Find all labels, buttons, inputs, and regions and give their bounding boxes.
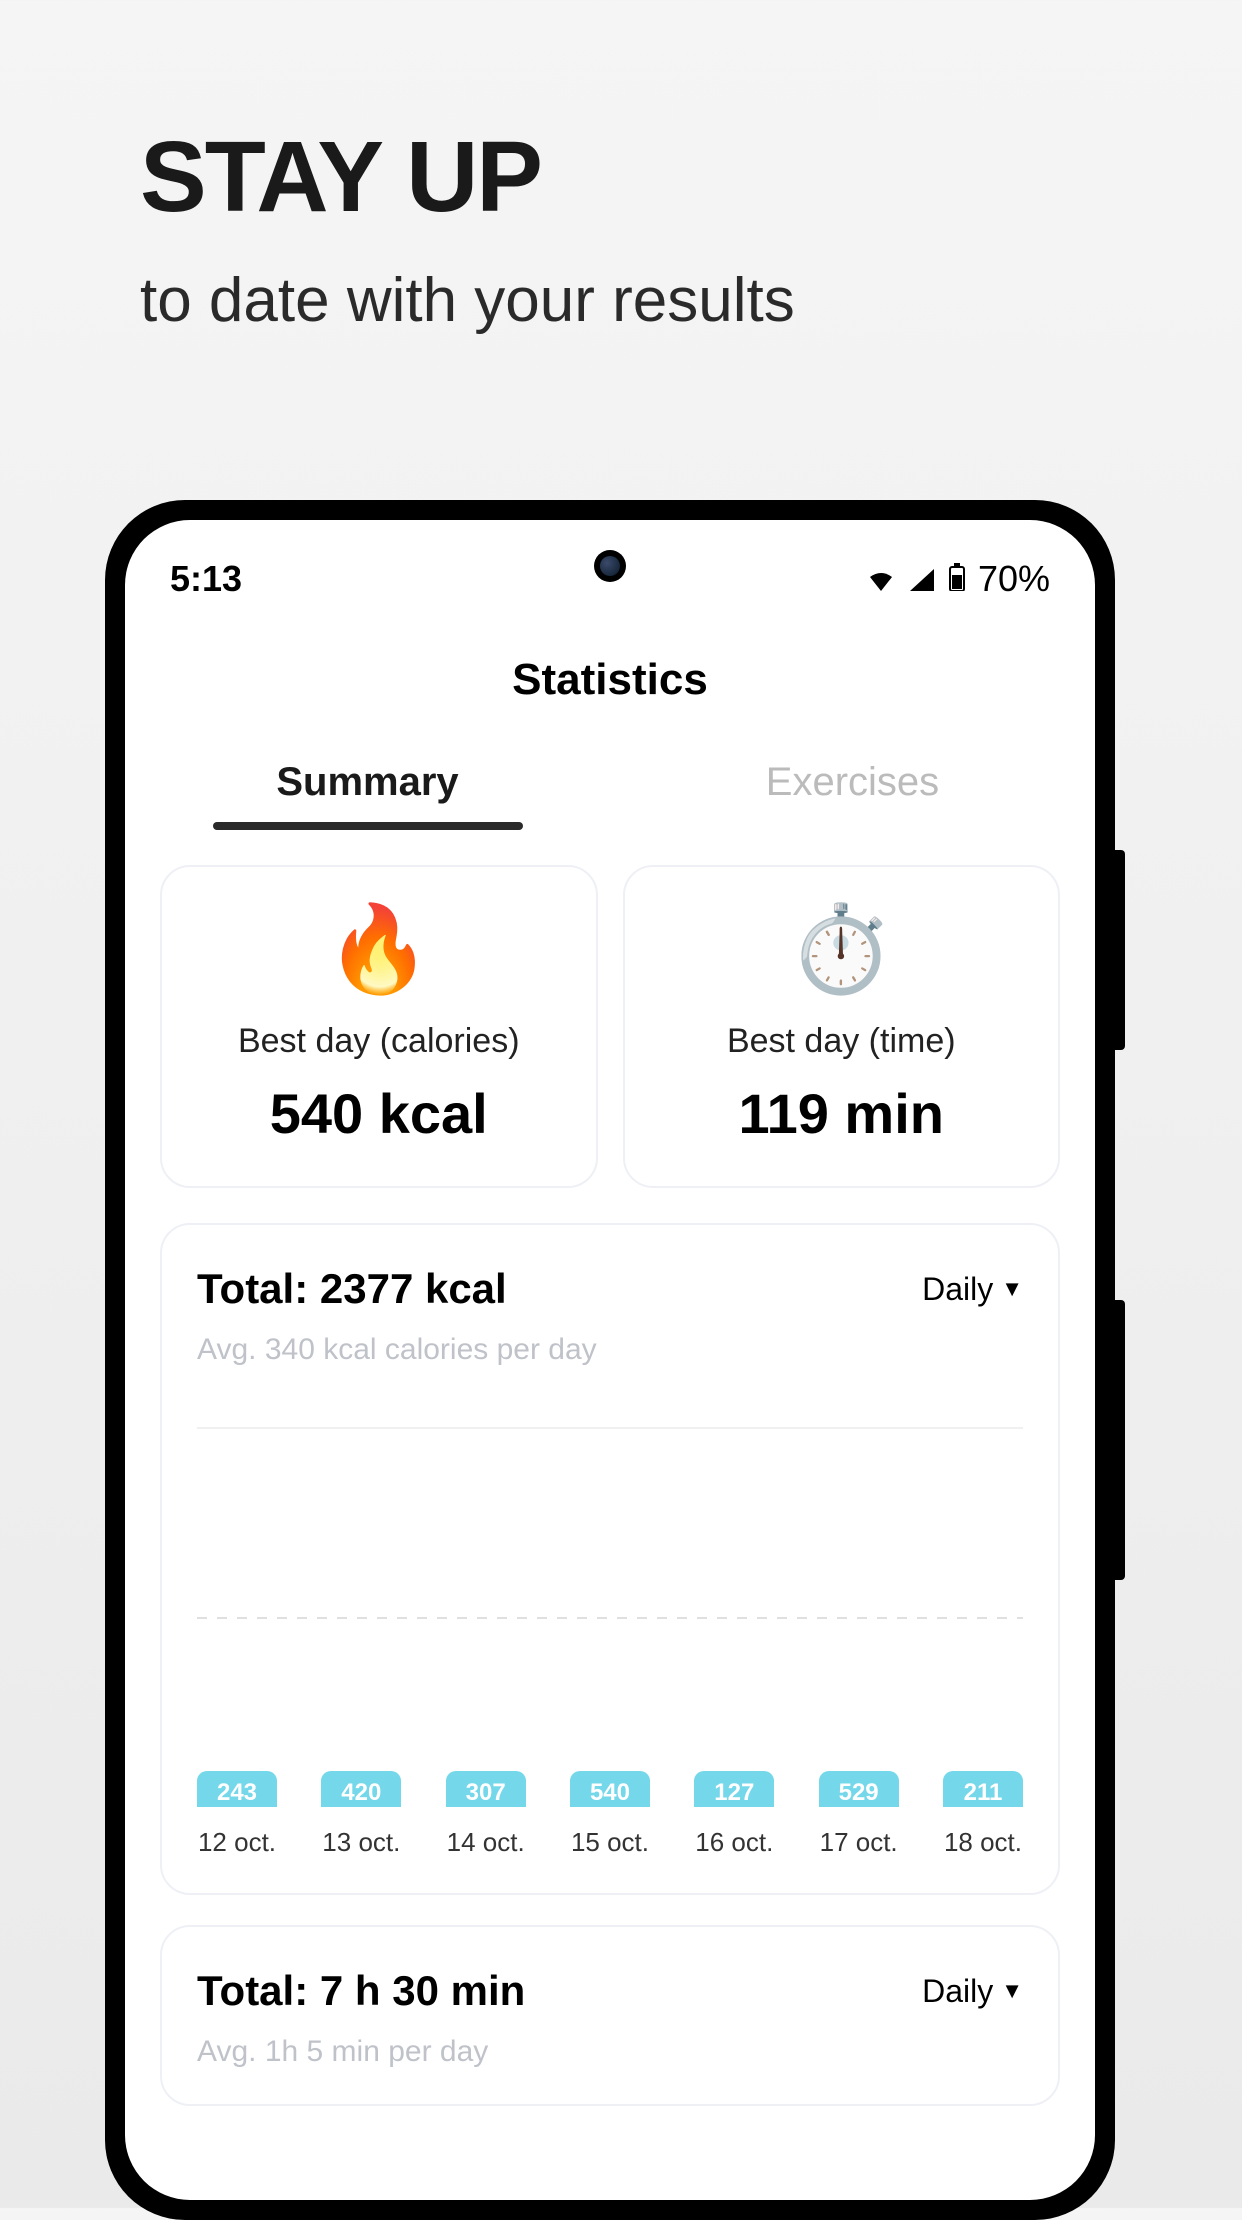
time-chart-card: Total: 7 h 30 min Daily ▼ Avg. 1h 5 min … bbox=[160, 1925, 1060, 2106]
tabs: Summary Exercises bbox=[125, 760, 1095, 830]
chart-total: Total: 7 h 30 min bbox=[197, 1967, 525, 2015]
promo-subtitle: to date with your results bbox=[140, 265, 1102, 336]
xaxis-label: 17 oct. bbox=[819, 1827, 899, 1858]
xaxis-label: 12 oct. bbox=[197, 1827, 277, 1858]
battery-percent: 70% bbox=[978, 558, 1050, 600]
chart-bar: 420 bbox=[321, 1771, 401, 1807]
card-value: 119 min bbox=[645, 1081, 1039, 1146]
bar-value-label: 529 bbox=[839, 1779, 879, 1807]
chevron-down-icon: ▼ bbox=[1001, 1276, 1023, 1302]
bar-value-label: 540 bbox=[590, 1779, 630, 1807]
bar-value-label: 243 bbox=[217, 1779, 257, 1807]
chart-total: Total: 2377 kcal bbox=[197, 1265, 507, 1313]
chart-bar: 307 bbox=[446, 1771, 526, 1807]
xaxis-label: 18 oct. bbox=[943, 1827, 1023, 1858]
phone-camera bbox=[594, 550, 626, 582]
bar: 243 bbox=[197, 1771, 277, 1807]
bar-value-label: 307 bbox=[466, 1779, 506, 1807]
tab-exercises[interactable]: Exercises bbox=[610, 760, 1095, 830]
status-time: 5:13 bbox=[170, 558, 242, 600]
chart-header: Total: 2377 kcal Daily ▼ bbox=[197, 1265, 1023, 1313]
best-day-time-card: ⏱️ Best day (time) 119 min bbox=[623, 865, 1061, 1188]
card-label: Best day (calories) bbox=[182, 1022, 576, 1061]
wifi-icon bbox=[866, 558, 896, 600]
summary-cards: 🔥 Best day (calories) 540 kcal ⏱️ Best d… bbox=[125, 830, 1095, 1223]
cellular-icon bbox=[908, 558, 936, 600]
xaxis-label: 14 oct. bbox=[446, 1827, 526, 1858]
card-value: 540 kcal bbox=[182, 1081, 576, 1146]
chart-xaxis: 12 oct. 13 oct. 14 oct. 15 oct. 16 oct. 17 oc… bbox=[197, 1827, 1023, 1858]
chart-area: 243 420 307 540 127 529 211 bbox=[197, 1427, 1023, 1807]
bar: 540 bbox=[570, 1771, 650, 1807]
page-title: Statistics bbox=[125, 655, 1095, 705]
phone-frame: 5:13 70% Statistics Summary Exercises bbox=[105, 500, 1115, 2220]
bar-value-label: 127 bbox=[714, 1779, 754, 1807]
calories-chart-card: Total: 2377 kcal Daily ▼ Avg. 340 kcal c… bbox=[160, 1223, 1060, 1895]
battery-icon bbox=[948, 558, 966, 600]
period-label: Daily bbox=[922, 1973, 993, 2010]
stopwatch-icon: ⏱️ bbox=[645, 907, 1039, 992]
best-day-calories-card: 🔥 Best day (calories) 540 kcal bbox=[160, 865, 598, 1188]
phone-power-button bbox=[1115, 1300, 1125, 1580]
period-picker[interactable]: Daily ▼ bbox=[922, 1973, 1023, 2010]
bar: 529 bbox=[819, 1771, 899, 1807]
chart-bars: 243 420 307 540 127 529 211 bbox=[197, 1427, 1023, 1807]
xaxis-label: 16 oct. bbox=[694, 1827, 774, 1858]
period-picker[interactable]: Daily ▼ bbox=[922, 1271, 1023, 1308]
chart-bar: 529 bbox=[819, 1771, 899, 1807]
promo-title: STAY UP bbox=[140, 120, 1102, 235]
period-label: Daily bbox=[922, 1271, 993, 1308]
bar: 420 bbox=[321, 1771, 401, 1807]
chart-average: Avg. 340 kcal calories per day bbox=[197, 1333, 1023, 1367]
fire-icon: 🔥 bbox=[182, 907, 576, 992]
bar: 127 bbox=[694, 1771, 774, 1807]
bar: 307 bbox=[446, 1771, 526, 1807]
chart-bar: 127 bbox=[694, 1771, 774, 1807]
xaxis-label: 13 oct. bbox=[321, 1827, 401, 1858]
chart-average: Avg. 1h 5 min per day bbox=[197, 2035, 1023, 2069]
status-right: 70% bbox=[866, 558, 1050, 600]
xaxis-label: 15 oct. bbox=[570, 1827, 650, 1858]
chart-bar: 540 bbox=[570, 1771, 650, 1807]
tab-summary[interactable]: Summary bbox=[125, 760, 610, 830]
card-label: Best day (time) bbox=[645, 1022, 1039, 1061]
promo-header: STAY UP to date with your results bbox=[0, 0, 1242, 336]
bar-value-label: 211 bbox=[964, 1779, 1003, 1807]
chart-bar: 211 bbox=[943, 1771, 1023, 1807]
chart-header: Total: 7 h 30 min Daily ▼ bbox=[197, 1967, 1023, 2015]
phone-screen: 5:13 70% Statistics Summary Exercises bbox=[125, 520, 1095, 2200]
chevron-down-icon: ▼ bbox=[1001, 1978, 1023, 2004]
phone-volume-button bbox=[1115, 850, 1125, 1050]
chart-bar: 243 bbox=[197, 1771, 277, 1807]
bar: 211 bbox=[943, 1771, 1023, 1807]
bar-value-label: 420 bbox=[341, 1779, 381, 1807]
